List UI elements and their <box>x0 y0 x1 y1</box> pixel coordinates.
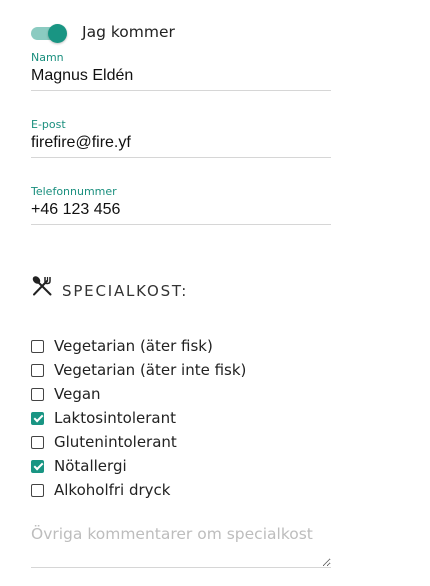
phone-field-underline <box>31 224 331 225</box>
checkbox[interactable] <box>31 339 44 353</box>
phone-field-label: Telefonnummer <box>31 185 117 198</box>
checkbox-label: Glutenintolerant <box>54 433 177 451</box>
checkbox[interactable] <box>31 483 44 497</box>
checkbox-checked[interactable] <box>31 411 44 425</box>
diet-option-gluten-intolerant[interactable]: Glutenintolerant <box>31 431 177 453</box>
attending-toggle[interactable] <box>31 24 67 43</box>
email-field[interactable]: E-post firefire@fire.yf <box>31 118 331 158</box>
checkbox[interactable] <box>31 435 44 449</box>
checkbox-checked[interactable] <box>31 459 44 473</box>
email-field-value[interactable]: firefire@fire.yf <box>31 133 331 153</box>
diet-comment-textarea[interactable] <box>31 522 331 568</box>
checkbox-label: Vegetarian (äter fisk) <box>54 337 213 355</box>
phone-field[interactable]: Telefonnummer +46 123 456 <box>31 185 331 225</box>
name-field[interactable]: Namn Magnus Eldén <box>31 51 331 91</box>
diet-option-vegetarian-no-fish[interactable]: Vegetarian (äter inte fisk) <box>31 359 246 381</box>
diet-comment-wrapper <box>31 522 331 568</box>
email-field-label: E-post <box>31 118 66 131</box>
checkbox-label: Vegetarian (äter inte fisk) <box>54 361 247 379</box>
attending-toggle-label: Jag kommer <box>82 23 175 41</box>
checkbox-label: Alkoholfri dryck <box>54 481 171 499</box>
checkbox-label: Vegan <box>54 385 101 403</box>
email-field-underline <box>31 157 331 158</box>
checkbox[interactable] <box>31 387 44 401</box>
checkbox-label: Laktosintolerant <box>54 409 176 427</box>
special-diet-heading: SPECIALKOST: <box>62 282 189 300</box>
phone-field-value[interactable]: +46 123 456 <box>31 200 331 220</box>
name-field-value[interactable]: Magnus Eldén <box>31 66 331 86</box>
name-field-label: Namn <box>31 51 64 64</box>
diet-option-vegetarian-fish[interactable]: Vegetarian (äter fisk) <box>31 335 213 357</box>
utensils-icon <box>32 276 52 296</box>
checkbox[interactable] <box>31 363 44 377</box>
diet-option-alcohol-free[interactable]: Alkoholfri dryck <box>31 479 171 501</box>
diet-option-lactose-intolerant[interactable]: Laktosintolerant <box>31 407 176 429</box>
checkbox-label: Nötallergi <box>54 457 127 475</box>
name-field-underline <box>31 90 331 91</box>
toggle-knob <box>48 24 67 43</box>
diet-option-vegan[interactable]: Vegan <box>31 383 101 405</box>
diet-option-nut-allergy[interactable]: Nötallergi <box>31 455 127 477</box>
